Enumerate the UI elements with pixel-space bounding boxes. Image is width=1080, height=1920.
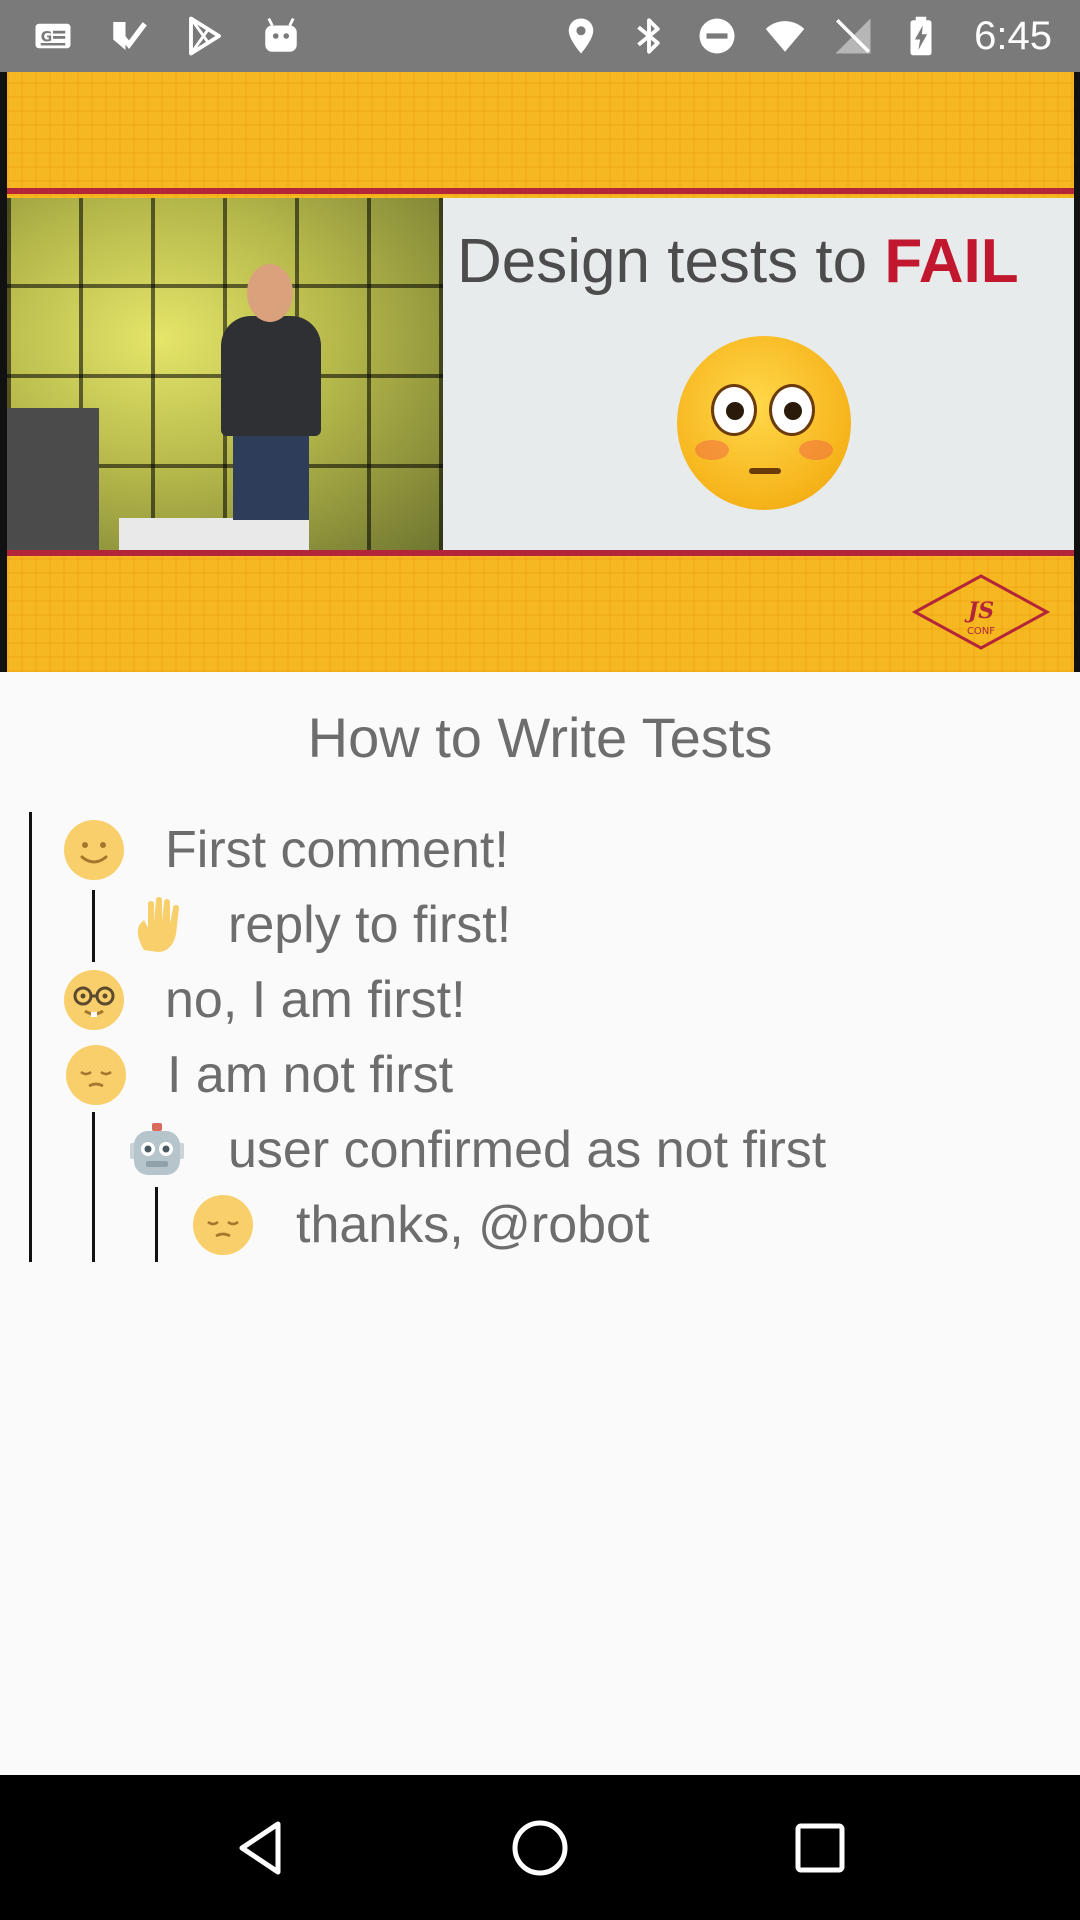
- thread-line-depth-1: [92, 890, 95, 962]
- comment-text: reply to first!: [228, 895, 512, 954]
- status-bar-notifications: G: [32, 15, 302, 57]
- svg-text:G: G: [41, 29, 53, 45]
- comment[interactable]: First comment!: [61, 812, 509, 887]
- right-cheek: [799, 440, 833, 460]
- speaker-body: [221, 316, 321, 436]
- thread-line-depth-1: [92, 1112, 95, 1262]
- bluetooth-icon: [628, 15, 670, 57]
- presenter-table: [119, 518, 309, 550]
- raised-hand-emoji-icon: [126, 892, 192, 958]
- play-store-icon: [184, 15, 226, 57]
- comment-text: no, I am first!: [165, 970, 466, 1029]
- battery-charging-icon: [900, 15, 942, 57]
- smile-emoji-icon: [61, 817, 127, 883]
- clock: 6:45: [974, 13, 1052, 58]
- slide-title: Design tests to FAIL: [457, 226, 1019, 297]
- page-title: How to Write Tests: [307, 706, 773, 769]
- podium: [7, 408, 99, 550]
- location-icon: [560, 15, 602, 57]
- comment-text: I am not first: [167, 1045, 454, 1104]
- recents-icon[interactable]: [780, 1808, 860, 1888]
- slide-title-prefix: Design tests to: [457, 227, 885, 296]
- video-player[interactable]: Design tests to FAIL JS CONF: [0, 72, 1080, 672]
- pensive-emoji-icon: [63, 1042, 129, 1108]
- speaker-head: [247, 264, 293, 322]
- thread-line-depth-2: [155, 1187, 158, 1262]
- do-not-disturb-icon: [696, 15, 738, 57]
- svg-text:JS: JS: [964, 598, 994, 624]
- home-icon[interactable]: [500, 1808, 580, 1888]
- comment[interactable]: reply to first!: [126, 887, 511, 962]
- comment-text: First comment!: [165, 820, 509, 879]
- comment[interactable]: thanks, @robot: [190, 1187, 649, 1262]
- news-icon: G: [32, 15, 74, 57]
- no-sim-icon: [832, 15, 874, 57]
- comment[interactable]: no, I am first!: [61, 962, 466, 1037]
- video-thumbnail: Design tests to FAIL JS CONF: [7, 72, 1074, 672]
- flushed-face-icon: [677, 336, 851, 510]
- android-icon: [260, 15, 302, 57]
- left-eye: [711, 384, 757, 436]
- stage-photo: [7, 198, 443, 550]
- svg-text:CONF: CONF: [967, 626, 995, 637]
- speaker-legs: [233, 434, 309, 520]
- status-bar: G 6:45: [0, 0, 1080, 72]
- thread-line-depth-0: [29, 812, 32, 1262]
- jsconf-logo-icon: JS CONF: [911, 574, 1051, 650]
- pensive-emoji-icon: [190, 1192, 256, 1258]
- slide-border-top: [7, 188, 1074, 194]
- mouth: [749, 468, 781, 474]
- nerd-emoji-icon: [61, 967, 127, 1033]
- comment[interactable]: user confirmed as not first: [124, 1112, 826, 1187]
- comment-text: user confirmed as not first: [228, 1120, 827, 1179]
- back-icon[interactable]: [220, 1808, 300, 1888]
- robot-emoji-icon: [124, 1117, 190, 1183]
- wifi-icon: [764, 15, 806, 57]
- comment-text: thanks, @robot: [296, 1195, 650, 1254]
- right-eye: [769, 384, 815, 436]
- slide-title-emphasis: FAIL: [884, 227, 1019, 296]
- left-cheek: [695, 440, 729, 460]
- check-download-icon: [108, 15, 150, 57]
- comment[interactable]: I am not first: [63, 1037, 453, 1112]
- status-bar-system: 6:45: [560, 14, 1052, 59]
- slide-panel: Design tests to FAIL: [443, 198, 1074, 550]
- slide-border-bottom: [7, 550, 1074, 556]
- navigation-bar: [0, 1775, 1080, 1920]
